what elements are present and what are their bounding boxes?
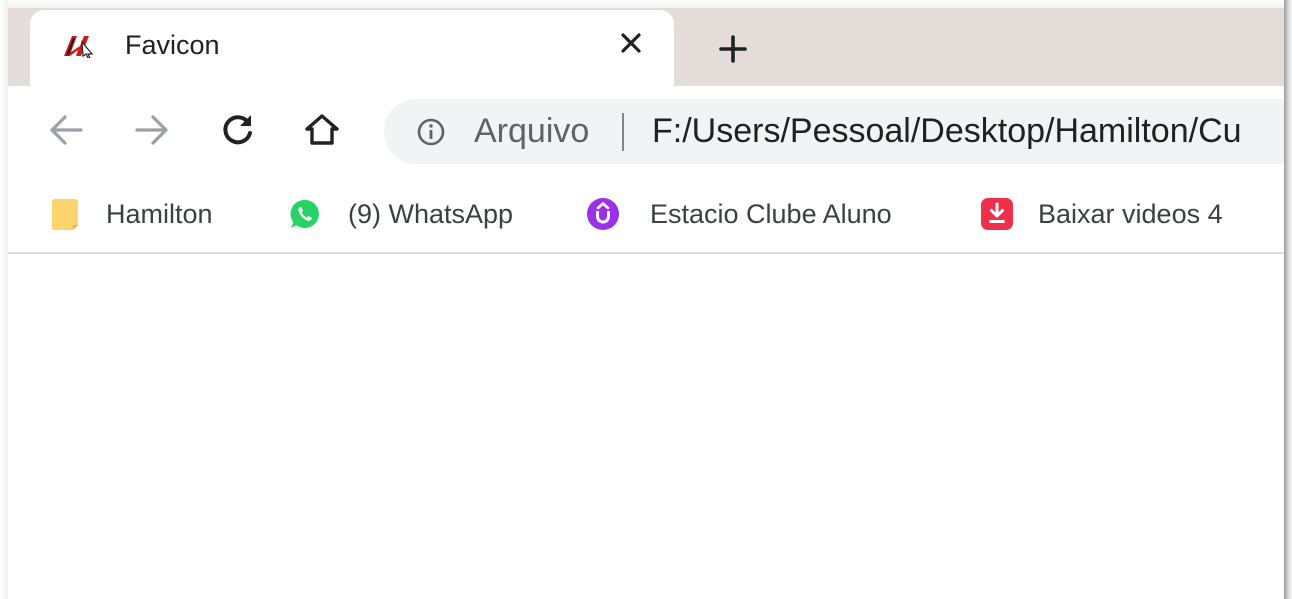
bookmark-hamilton[interactable]: Hamilton [48,194,213,234]
toolbar: Arquivo F:/Users/Pessoal/Desktop/Hamilto… [8,86,1284,174]
bookmark-label: Hamilton [106,198,213,229]
bookmark-label: (9) WhatsApp [348,198,514,229]
plus-icon[interactable] [710,26,756,72]
window-edge-top [0,0,1292,8]
folder-icon [48,197,82,231]
bookmarks-bar: Hamilton (9) WhatsApp Estacio Clube Alun… [8,174,1284,254]
tab-title: Favicon [125,30,220,60]
browser-window: Favicon Arquivo F:/Users/Pessoal/Desktop… [8,8,1284,599]
whatsapp-icon [288,197,322,231]
page-content [8,254,1284,599]
info-icon[interactable] [416,117,446,147]
address-url[interactable]: F:/Users/Pessoal/Desktop/Hamilton/Cu [652,112,1242,151]
arrow-right-icon[interactable] [130,108,174,152]
window-edge-right [1284,0,1292,599]
bookmark-whatsapp[interactable]: (9) WhatsApp [288,194,513,234]
tab-strip: Favicon [8,8,1284,88]
h-logo-icon [64,36,94,58]
screenshot-frame: Favicon Arquivo F:/Users/Pessoal/Desktop… [0,0,1292,599]
bookmark-label: Baixar videos 4 [1038,198,1223,229]
address-bar[interactable]: Arquivo F:/Users/Pessoal/Desktop/Hamilto… [384,99,1284,164]
bookmark-estacio[interactable]: Estacio Clube Aluno [586,194,892,234]
reload-icon[interactable] [216,108,260,152]
address-separator [622,113,624,151]
window-edge-left [0,0,8,599]
arrow-left-icon[interactable] [44,108,88,152]
address-scheme-label: Arquivo [474,112,590,150]
estacio-icon [586,197,620,231]
bookmark-label: Estacio Clube Aluno [650,198,892,229]
download-icon [980,197,1014,231]
home-icon[interactable] [300,108,344,152]
bookmark-baixar-videos[interactable]: Baixar videos 4 [980,194,1223,234]
close-icon[interactable] [614,26,648,60]
tab-favicon[interactable]: Favicon [30,10,674,88]
